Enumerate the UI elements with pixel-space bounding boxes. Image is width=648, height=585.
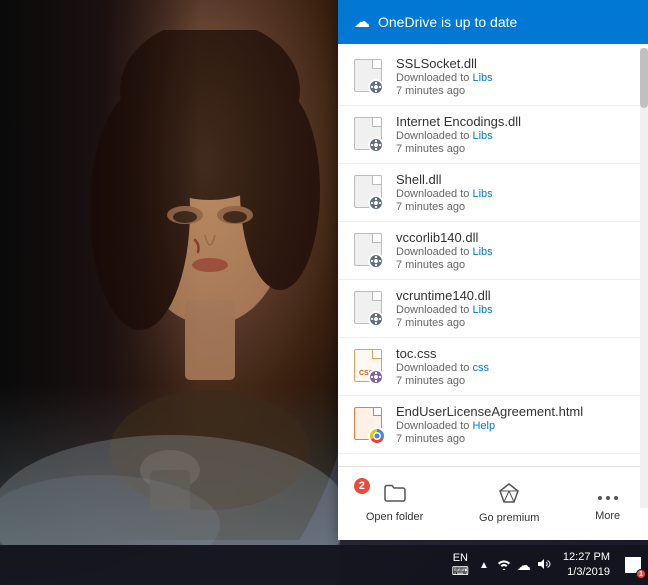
file-status: Downloaded to Libs — [396, 188, 628, 200]
file-icon-dll — [350, 291, 386, 327]
file-status: Downloaded to Libs — [396, 246, 628, 258]
taskbar-right: EN ⌨ ▲ ☁ 1 — [446, 545, 648, 585]
file-info: SSLSocket.dll Downloaded to Libs 7 minut… — [396, 56, 628, 97]
file-name: Internet Encodings.dll — [396, 114, 628, 129]
file-location-link[interactable]: Libs — [472, 188, 492, 200]
tray-chevron-button[interactable]: ▲ — [475, 560, 493, 571]
scrollbar-thumb[interactable] — [640, 48, 648, 108]
list-item: Shell.dll Downloaded to Libs 7 minutes a… — [338, 164, 640, 222]
open-folder-button[interactable]: 2 Open folder — [354, 478, 435, 529]
file-location-link[interactable]: css — [472, 362, 489, 374]
diamond-icon — [499, 483, 519, 508]
network-icon[interactable] — [497, 557, 511, 574]
file-info: vcruntime140.dll Downloaded to Libs 7 mi… — [396, 288, 628, 329]
list-item: vccorlib140.dll Downloaded to Libs 7 min… — [338, 222, 640, 280]
file-location-link[interactable]: Libs — [472, 304, 492, 316]
go-premium-button[interactable]: Go premium — [467, 477, 552, 530]
file-name: vcruntime140.dll — [396, 288, 628, 303]
file-location-link[interactable]: Libs — [472, 246, 492, 258]
file-icon-html — [350, 407, 386, 443]
mist-svg — [0, 365, 340, 545]
taskbar: EN ⌨ ▲ ☁ 1 — [0, 545, 648, 585]
clock-time: 12:27 PM — [563, 550, 610, 565]
file-info: Shell.dll Downloaded to Libs 7 minutes a… — [396, 172, 628, 213]
file-time: 7 minutes ago — [396, 375, 628, 387]
go-premium-label: Go premium — [479, 512, 540, 524]
file-location-link[interactable]: Help — [472, 420, 495, 432]
folder-badge: 2 — [352, 476, 372, 496]
file-status: Downloaded to Libs — [396, 304, 628, 316]
file-icon-dll — [350, 233, 386, 269]
file-name: EndUserLicenseAgreement.html — [396, 404, 628, 419]
file-time: 7 minutes ago — [396, 143, 628, 155]
notification-badge: 1 — [636, 569, 646, 579]
file-icon-dll — [350, 59, 386, 95]
onedrive-footer: 2 Open folder Go premium — [338, 466, 648, 540]
file-status: Downloaded to Help — [396, 420, 628, 432]
file-name: vccorlib140.dll — [396, 230, 628, 245]
file-icon-dll — [350, 175, 386, 211]
more-label: More — [595, 510, 620, 522]
file-status: Downloaded to Libs — [396, 130, 628, 142]
keyboard-icon: ⌨ — [452, 564, 469, 578]
volume-icon[interactable] — [537, 557, 551, 574]
file-time: 7 minutes ago — [396, 85, 628, 97]
file-name: Shell.dll — [396, 172, 628, 187]
list-item: CSS toc.css Down — [338, 338, 640, 396]
taskbar-language[interactable]: EN ⌨ — [446, 552, 475, 578]
more-button[interactable]: More — [583, 479, 632, 528]
file-icon-dll — [350, 117, 386, 153]
file-time: 7 minutes ago — [396, 259, 628, 271]
file-name: SSLSocket.dll — [396, 56, 628, 71]
file-time: 7 minutes ago — [396, 317, 628, 329]
onedrive-header: ☁ OneDrive is up to date — [338, 0, 648, 44]
list-item: vcruntime140.dll Downloaded to Libs 7 mi… — [338, 280, 640, 338]
file-status: Downloaded to css — [396, 362, 628, 374]
file-time: 7 minutes ago — [396, 433, 628, 445]
file-info: toc.css Downloaded to css 7 minutes ago — [396, 346, 628, 387]
file-location-link[interactable]: Libs — [472, 72, 492, 84]
onedrive-tray-icon[interactable]: ☁ — [517, 557, 531, 574]
onedrive-status: OneDrive is up to date — [378, 14, 517, 30]
tray-icons: ☁ — [493, 557, 555, 574]
folder-icon — [384, 484, 406, 507]
language-code: EN — [453, 552, 468, 564]
notification-area[interactable]: 1 — [618, 545, 648, 585]
file-name: toc.css — [396, 346, 628, 361]
onedrive-file-list: SSLSocket.dll Downloaded to Libs 7 minut… — [338, 44, 640, 466]
file-icon-css: CSS — [350, 349, 386, 385]
taskbar-clock[interactable]: 12:27 PM 1/3/2019 — [555, 550, 618, 581]
clock-date: 1/3/2019 — [563, 565, 610, 580]
file-info: vccorlib140.dll Downloaded to Libs 7 min… — [396, 230, 628, 271]
file-info: Internet Encodings.dll Downloaded to Lib… — [396, 114, 628, 155]
file-time: 7 minutes ago — [396, 201, 628, 213]
open-folder-label: Open folder — [366, 511, 423, 523]
scrollbar-track[interactable] — [640, 48, 648, 508]
list-item: EndUserLicenseAgreement.html Downloaded … — [338, 396, 640, 454]
list-item: Internet Encodings.dll Downloaded to Lib… — [338, 106, 640, 164]
cloud-icon: ☁ — [354, 12, 370, 32]
more-dots-icon — [598, 485, 618, 506]
file-info: EndUserLicenseAgreement.html Downloaded … — [396, 404, 628, 445]
file-status: Downloaded to Libs — [396, 72, 628, 84]
file-location-link[interactable]: Libs — [472, 130, 492, 142]
onedrive-panel: ☁ OneDrive is up to date — [338, 0, 648, 540]
list-item: SSLSocket.dll Downloaded to Libs 7 minut… — [338, 48, 640, 106]
